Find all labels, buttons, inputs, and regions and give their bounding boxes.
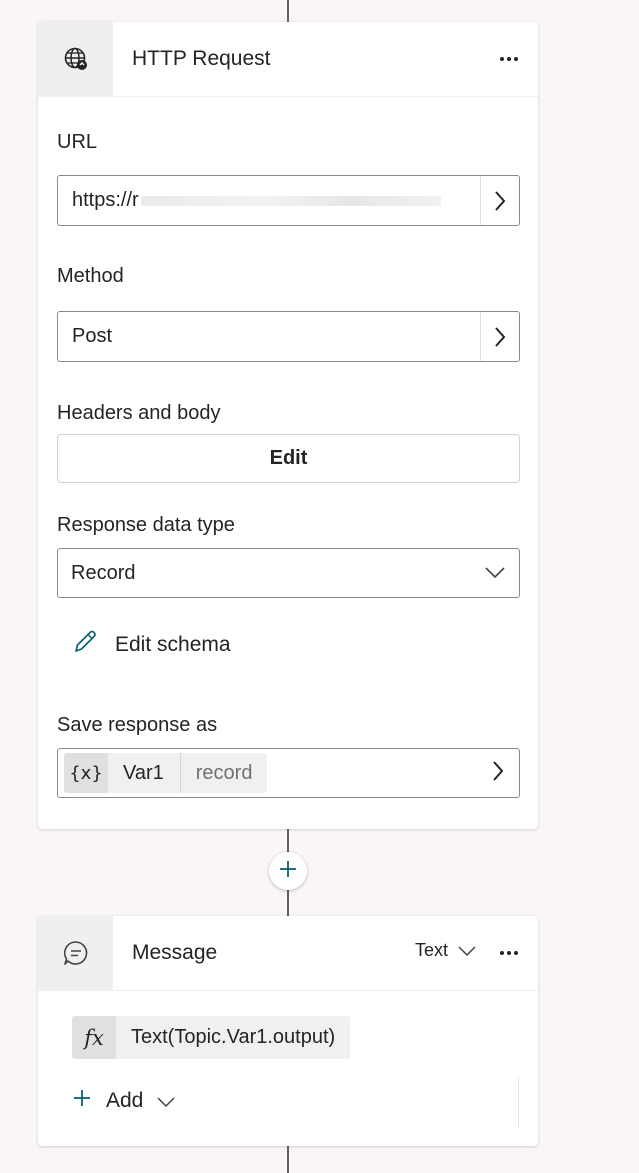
fx-icon: fx: [72, 1016, 116, 1059]
add-label: Add: [106, 1089, 144, 1112]
more-icon[interactable]: [494, 942, 524, 964]
card-title: Message: [132, 941, 218, 964]
variable-type: record: [195, 761, 253, 784]
add-button[interactable]: Add: [72, 1088, 175, 1114]
chat-bubble-icon: [38, 915, 113, 991]
response-type-value: Record: [71, 561, 136, 584]
method-field[interactable]: Post: [57, 311, 520, 362]
chevron-right-icon[interactable]: [491, 760, 505, 787]
url-field[interactable]: https://r: [57, 175, 520, 226]
chevron-down-icon: [157, 1089, 175, 1113]
formula-expression: Text(Topic.Var1.output): [131, 1026, 336, 1048]
save-response-label: Save response as: [57, 714, 218, 736]
message-type-dropdown[interactable]: Text: [415, 940, 476, 961]
method-value: Post: [72, 325, 113, 347]
edit-headers-button[interactable]: Edit: [57, 434, 520, 483]
card-title: HTTP Request: [132, 47, 271, 70]
connector-bottom: [287, 1146, 289, 1173]
url-value: https://r: [72, 189, 139, 211]
method-label: Method: [57, 265, 124, 287]
globe-icon: [38, 21, 113, 97]
variable-name: Var1: [108, 753, 181, 793]
save-response-field[interactable]: {x} Var1 record: [57, 748, 520, 798]
plus-icon: [278, 859, 298, 884]
chevron-down-icon: [458, 940, 476, 961]
message-type-label: Text: [414, 940, 448, 960]
message-header: Message Text: [38, 915, 538, 991]
http-request-card[interactable]: HTTP Request URL https://r Method Post H…: [38, 21, 538, 829]
chevron-down-icon: [485, 562, 505, 585]
pencil-icon: [71, 628, 99, 662]
formula-chip[interactable]: fx Text(Topic.Var1.output): [72, 1016, 351, 1059]
url-redacted: [140, 195, 441, 206]
url-label: URL: [57, 131, 98, 153]
variable-chip[interactable]: {x} Var1 record: [64, 753, 268, 793]
response-type-label: Response data type: [57, 514, 235, 536]
variable-icon: {x}: [64, 753, 108, 793]
response-type-dropdown[interactable]: Record: [57, 548, 520, 598]
more-icon[interactable]: [494, 48, 524, 70]
chevron-right-icon[interactable]: [480, 312, 519, 361]
connector-top: [287, 0, 289, 22]
http-request-header: HTTP Request: [38, 21, 538, 97]
plus-icon: [72, 1088, 92, 1114]
headers-body-label: Headers and body: [57, 402, 221, 424]
edit-schema-button[interactable]: Edit schema: [71, 630, 231, 660]
chevron-right-icon[interactable]: [480, 176, 519, 225]
message-card[interactable]: Message Text fx Text(Topic.Var1.output) …: [38, 915, 538, 1146]
edit-schema-label: Edit schema: [115, 633, 231, 656]
add-node-button[interactable]: [269, 852, 307, 890]
divider: [518, 1078, 519, 1128]
